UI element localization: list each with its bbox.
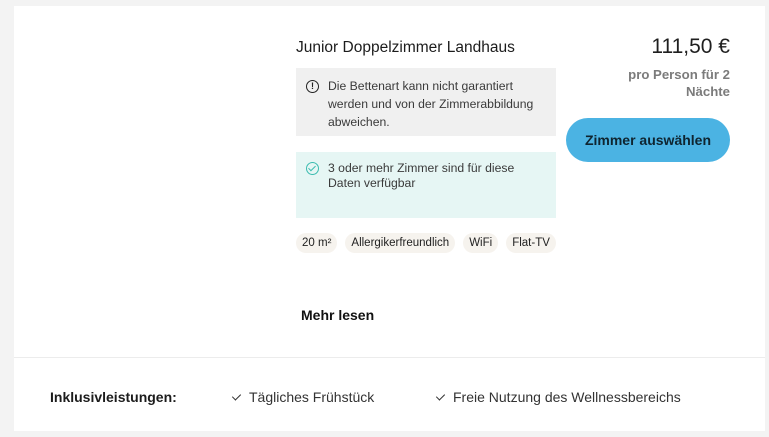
bed-type-notice-text: Die Bettenart kann nicht garantiert werd…	[328, 79, 534, 129]
availability-text: 3 oder mehr Zimmer sind für diese Daten …	[328, 161, 515, 190]
feature-tag-wifi: WiFi	[463, 233, 499, 253]
inclusion-wellness: Freie Nutzung des Wellnessbereichs	[453, 389, 681, 405]
feature-tag-size: 20 m²	[296, 233, 338, 253]
divider	[14, 357, 765, 358]
info-icon: !	[306, 80, 319, 93]
select-room-button[interactable]: Zimmer auswählen	[566, 118, 730, 162]
feature-tag-tv: Flat-TV	[506, 233, 556, 253]
checkmark-icon	[231, 391, 242, 401]
inclusion-item: Tägliches Frühstück	[231, 389, 375, 405]
room-title: Junior Doppelzimmer Landhaus	[296, 39, 515, 56]
feature-tag-allergy: Allergikerfreundlich	[345, 233, 456, 253]
room-price: 111,50 €	[651, 35, 730, 58]
inclusions-label: Inklusivleistungen:	[50, 389, 177, 405]
price-basis: pro Person für 2 Nächte	[628, 67, 730, 99]
room-image-area	[14, 6, 274, 196]
checkmark-icon	[435, 391, 446, 401]
availability-notice: 3 oder mehr Zimmer sind für diese Daten …	[296, 152, 556, 218]
check-circle-icon	[306, 162, 319, 175]
room-card: Junior Doppelzimmer Landhaus ! Die Bette…	[14, 6, 765, 431]
room-features: 20 m² Allergikerfreundlich WiFi Flat-TV	[296, 233, 558, 253]
read-more-link[interactable]: Mehr lesen	[301, 307, 374, 323]
inclusion-item: Freie Nutzung des Wellnessbereichs	[435, 389, 681, 405]
inclusion-breakfast: Tägliches Frühstück	[249, 389, 375, 405]
bed-type-notice: ! Die Bettenart kann nicht garantiert we…	[296, 68, 556, 136]
